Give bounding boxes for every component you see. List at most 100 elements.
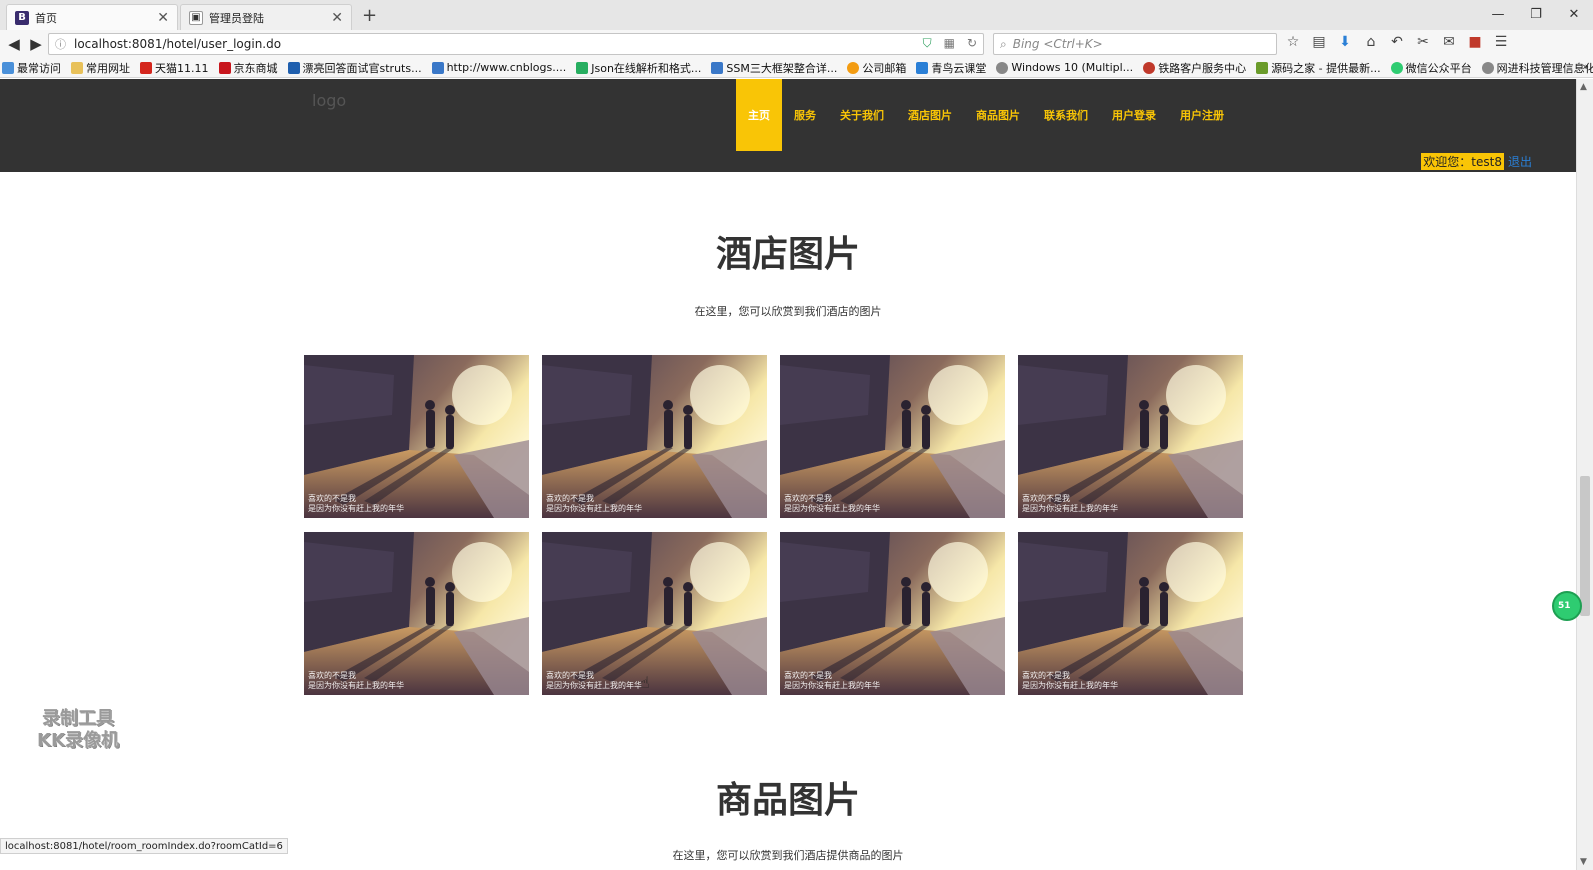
bookmark-item[interactable]: 网进科技管理信息化... <box>1481 60 1593 76</box>
menu-icon[interactable]: ☰ <box>1493 34 1509 50</box>
photo-caption: 喜欢的不是我 是因为你没有赶上我的年华 <box>546 494 642 513</box>
hotel-photo[interactable]: 喜欢的不是我 是因为你没有赶上我的年华 <box>304 532 529 695</box>
tab-close-icon[interactable]: ✕ <box>331 10 343 26</box>
restore-button[interactable]: ❐ <box>1517 0 1555 28</box>
menu-item-services[interactable]: 服务 <box>782 79 828 151</box>
home-icon[interactable]: ⌂ <box>1363 34 1379 50</box>
tab-admin-login[interactable]: ▣ 管理员登陆 ✕ <box>180 4 352 30</box>
bookmark-icon <box>2 61 14 74</box>
user-welcome: 欢迎您：test8 退出 <box>1421 153 1532 170</box>
bookmark-item[interactable]: http://www.cnblogs.... <box>431 61 566 74</box>
forward-arrow-icon[interactable]: ▶ <box>26 34 46 54</box>
tab-home[interactable]: B 首页 ✕ <box>6 4 178 30</box>
back-arrow-icon[interactable]: ◀ <box>4 34 24 54</box>
shield-icon[interactable]: ⛉ <box>923 36 932 51</box>
address-text[interactable]: localhost:8081/hotel/user_login.do <box>74 37 281 51</box>
scrollbar-thumb[interactable] <box>1580 476 1590 616</box>
bookmarks-bar: 最常访问 常用网址 天猫11.11 京东商城 漂亮回答面试官struts... … <box>0 58 1593 78</box>
minimize-button[interactable]: — <box>1479 0 1517 28</box>
navigation-toolbar: ◀ ▶ ⓘ localhost:8081/hotel/user_login.do… <box>0 30 1593 58</box>
extension-icon[interactable]: ■ <box>1467 34 1483 50</box>
bookmark-item[interactable]: 源码之家 - 提供最新... <box>1256 60 1381 76</box>
bookmark-item[interactable]: 公司邮箱 <box>847 60 906 76</box>
welcome-text: 欢迎您：test8 <box>1421 153 1504 170</box>
menu-item-about[interactable]: 关于我们 <box>828 79 896 151</box>
folder-icon <box>71 61 83 74</box>
bookmark-item[interactable]: Windows 10 (Multipl... <box>996 61 1133 74</box>
bookmark-item[interactable]: SSM三大框架整合详... <box>711 60 837 76</box>
reload-icon[interactable]: ↻ <box>967 36 977 51</box>
hand-cursor-icon: ☝ <box>640 673 650 692</box>
status-bar: localhost:8081/hotel/room_roomIndex.do?r… <box>0 838 288 854</box>
bookmark-item[interactable]: 京东商城 <box>218 60 278 76</box>
site-logo[interactable]: logo <box>312 91 346 110</box>
menu-item-login[interactable]: 用户登录 <box>1100 79 1168 151</box>
screenshot-icon[interactable]: ✂ <box>1415 34 1431 50</box>
bookmark-item[interactable]: 天猫11.11 <box>140 60 209 76</box>
tmall-icon <box>140 61 152 74</box>
hotel-section-subtitle: 在这里，您可以欣赏到我们酒店的图片 <box>694 305 882 318</box>
bookmark-item[interactable]: Json在线解析和格式... <box>576 60 701 76</box>
page-icon <box>916 61 929 74</box>
hotel-photo[interactable]: 喜欢的不是我 是因为你没有赶上我的年华 <box>1018 532 1243 695</box>
chat-icon[interactable]: ✉ <box>1441 34 1457 50</box>
search-icon: ⌕ <box>1000 36 1007 51</box>
screen: B 首页 ✕ ▣ 管理员登陆 ✕ + — ❐ ✕ ◀ ▶ ⓘ localhost… <box>0 0 1593 870</box>
tab-bar: B 首页 ✕ ▣ 管理员登陆 ✕ + — ❐ ✕ <box>0 0 1593 30</box>
bootstrap-favicon-icon: B <box>15 10 29 25</box>
bookmark-item[interactable]: 微信公众平台 <box>1390 60 1472 76</box>
menu-item-register[interactable]: 用户注册 <box>1168 79 1236 151</box>
recorder-watermark: 录制工具 KK录像机 <box>37 708 119 751</box>
info-icon[interactable]: ⓘ <box>55 36 66 52</box>
hotel-photo[interactable]: 喜欢的不是我 是因为你没有赶上我的年华 <box>542 355 767 518</box>
globe-icon <box>996 61 1009 74</box>
main-menu: 主页 服务 关于我们 酒店图片 商品图片 联系我们 用户登录 用户注册 <box>736 79 1236 151</box>
globe-icon <box>711 61 724 74</box>
bookmark-item[interactable]: 最常访问 <box>2 60 61 76</box>
search-placeholder: Bing <Ctrl+K> <box>1012 37 1103 51</box>
photo-caption: 喜欢的不是我 是因为你没有赶上我的年华 <box>308 671 404 690</box>
bookmark-item[interactable]: 铁路客户服务中心 <box>1143 60 1246 76</box>
page-icon <box>576 61 589 74</box>
railway-icon <box>1143 61 1156 74</box>
menu-item-hotel-photos[interactable]: 酒店图片 <box>896 79 964 151</box>
undo-icon[interactable]: ↶ <box>1389 34 1405 50</box>
tab-title: 管理员登陆 <box>209 11 264 25</box>
globe-icon <box>431 61 444 74</box>
hotel-photo[interactable]: 喜欢的不是我 是因为你没有赶上我的年华 <box>1018 355 1243 518</box>
hotel-photo[interactable]: 喜欢的不是我 是因为你没有赶上我的年华 <box>780 532 1005 695</box>
toolbar-icons: ☆ ▤ ⬇ ⌂ ↶ ✂ ✉ ■ ☰ <box>1285 34 1509 50</box>
photo-caption: 喜欢的不是我 是因为你没有赶上我的年华 <box>1022 671 1118 690</box>
download-icon[interactable]: ⬇ <box>1337 34 1353 50</box>
photo-caption: 喜欢的不是我 是因为你没有赶上我的年华 <box>308 494 404 513</box>
bookmark-item[interactable]: 漂亮回答面试官struts... <box>287 60 422 76</box>
floating-widget[interactable]: 51 <box>1552 591 1582 621</box>
scroll-up-icon[interactable]: ▲ <box>1580 82 1587 92</box>
close-window-button[interactable]: ✕ <box>1555 0 1593 28</box>
menu-item-contact[interactable]: 联系我们 <box>1032 79 1100 151</box>
logout-link[interactable]: 退出 <box>1508 153 1532 170</box>
menu-item-home[interactable]: 主页 <box>736 79 782 151</box>
address-bar[interactable]: ⓘ localhost:8081/hotel/user_login.do ⛉ ▦… <box>48 33 984 55</box>
page-icon <box>287 61 300 74</box>
page-viewport: logo 主页 服务 关于我们 酒店图片 商品图片 联系我们 用户登录 用户注册… <box>0 79 1576 870</box>
hotel-photo[interactable]: 喜欢的不是我 是因为你没有赶上我的年华 <box>780 355 1005 518</box>
hotel-photo[interactable]: 喜欢的不是我 是因为你没有赶上我的年华 <box>304 355 529 518</box>
qr-code-icon[interactable]: ▦ <box>944 36 955 51</box>
goods-section-title: 商品图片 <box>715 780 860 821</box>
bookmark-item[interactable]: 常用网址 <box>71 60 130 76</box>
photo-caption: 喜欢的不是我 是因为你没有赶上我的年华 <box>546 671 642 690</box>
reading-list-icon[interactable]: ▤ <box>1311 34 1327 50</box>
bookmarks-overflow-button[interactable]: » <box>1582 60 1589 73</box>
tab-close-icon[interactable]: ✕ <box>157 10 169 26</box>
page-scrollbar[interactable]: ▲ ▼ <box>1576 79 1593 870</box>
window-controls: — ❐ ✕ <box>1479 0 1593 28</box>
hotel-photo[interactable]: 喜欢的不是我 是因为你没有赶上我的年华 <box>542 532 767 695</box>
bookmark-item[interactable]: 青鸟云课堂 <box>916 60 986 76</box>
bookmark-star-icon[interactable]: ☆ <box>1285 34 1301 50</box>
hotel-photo-gallery: 喜欢的不是我 是因为你没有赶上我的年华 喜欢的不是我 是因为你没有赶上我的年华 喜欢的不… <box>304 355 1244 695</box>
new-tab-button[interactable]: + <box>362 5 377 26</box>
scroll-down-icon[interactable]: ▼ <box>1580 857 1587 867</box>
search-box[interactable]: ⌕ Bing <Ctrl+K> <box>993 33 1277 55</box>
menu-item-goods-photos[interactable]: 商品图片 <box>964 79 1032 151</box>
